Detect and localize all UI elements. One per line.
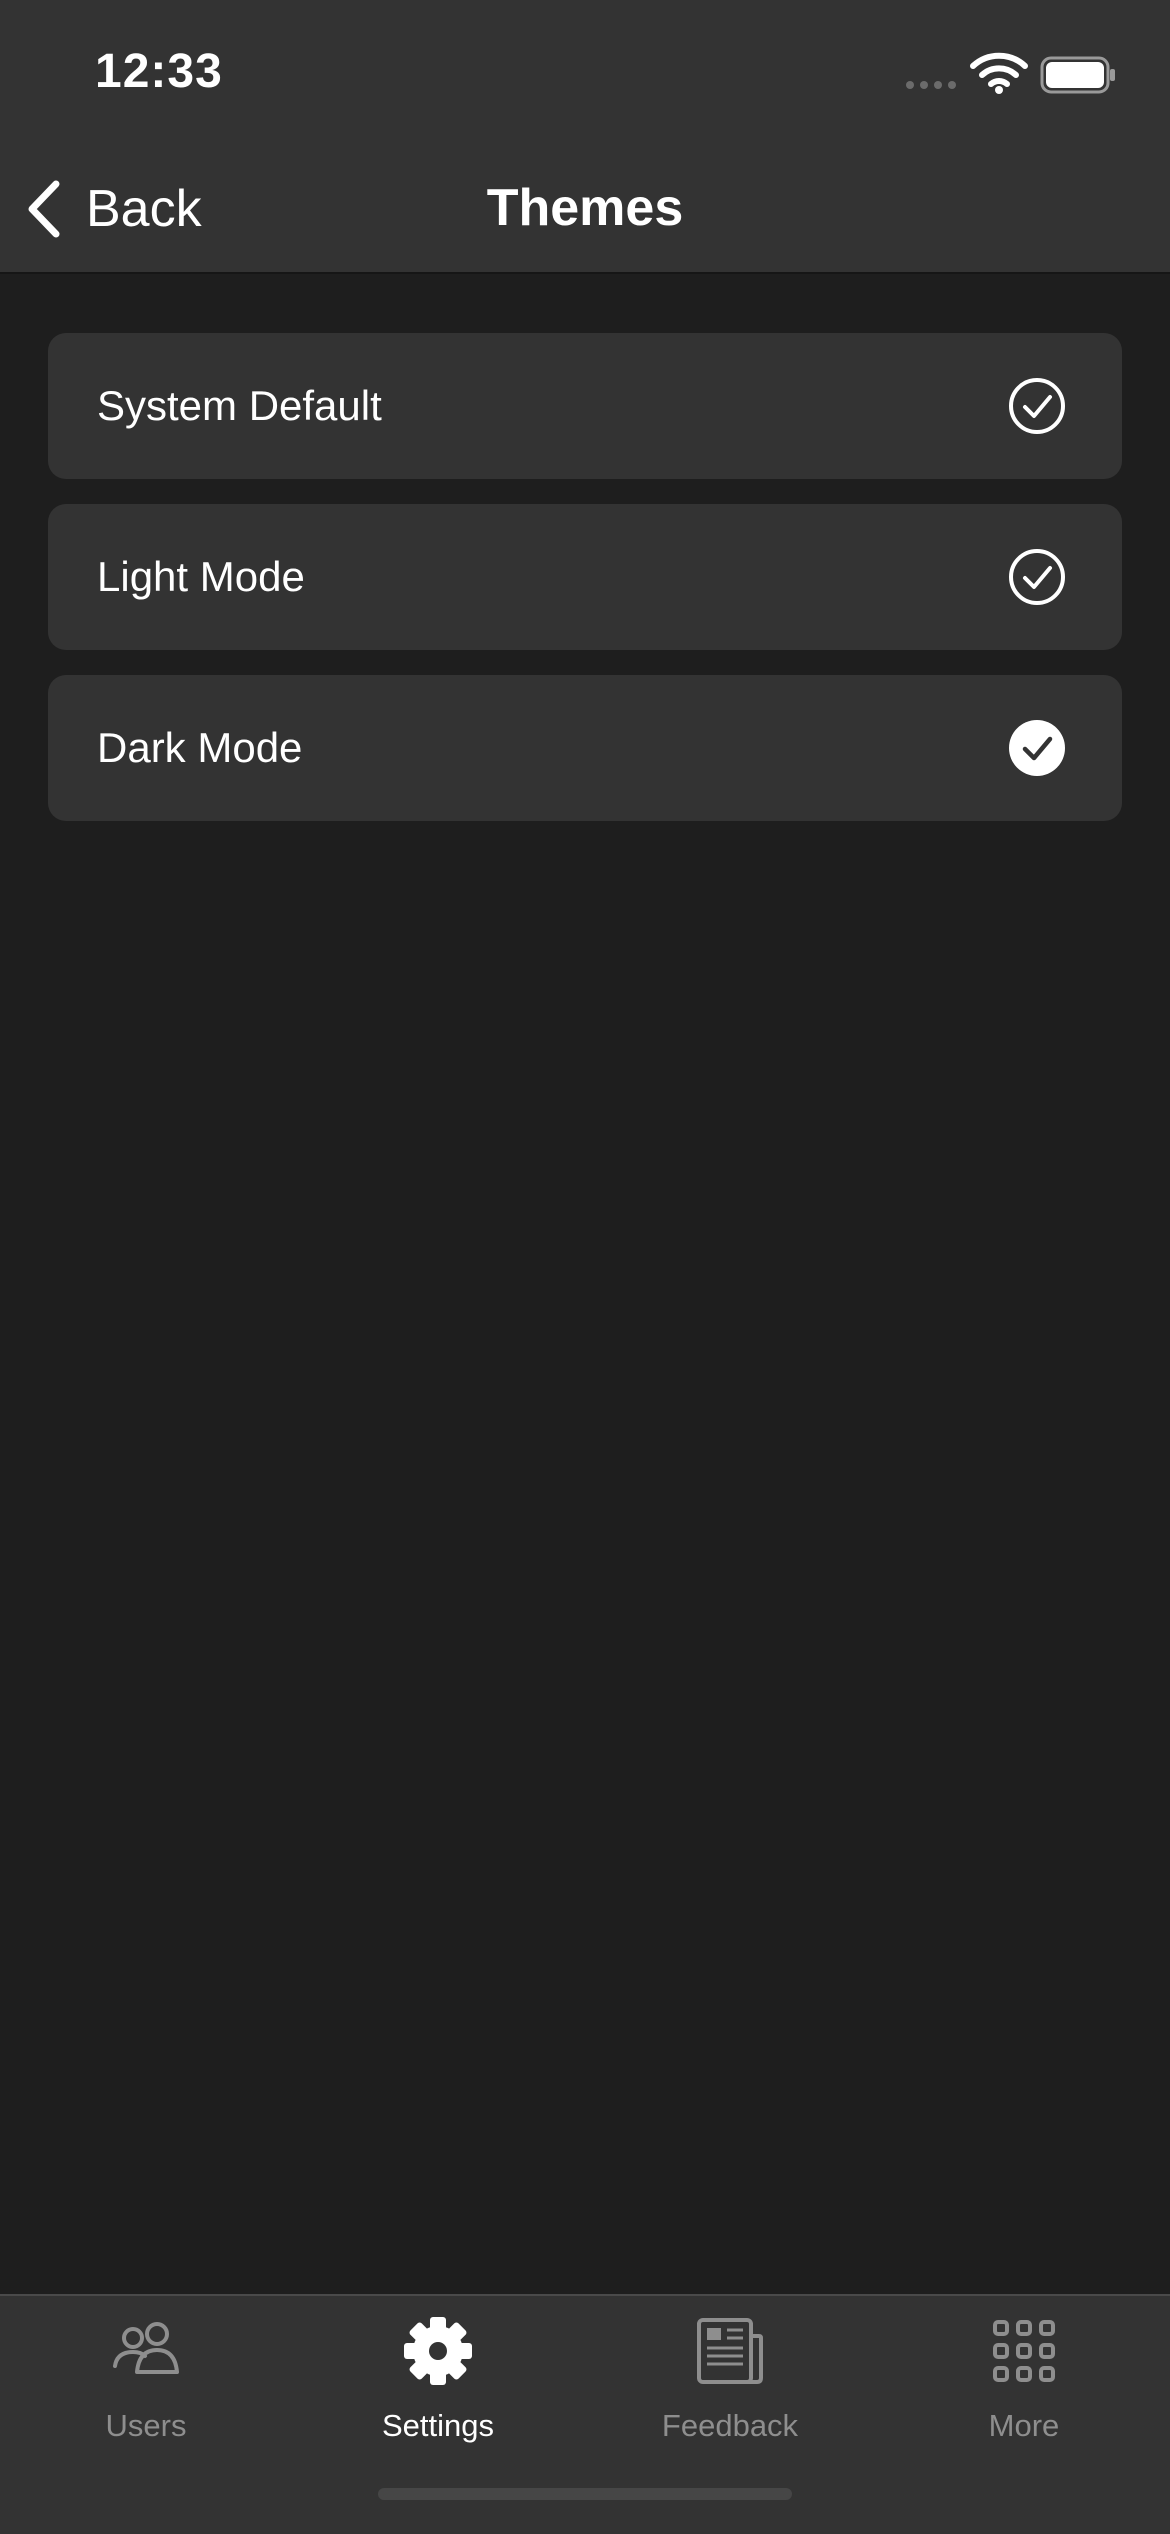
wifi-icon — [970, 52, 1028, 94]
tab-label: Feedback — [661, 2408, 799, 2443]
tab-users[interactable]: Users — [46, 2296, 246, 2476]
tab-label: More — [988, 2408, 1060, 2443]
status-bar: 12:33 — [0, 0, 1170, 150]
battery-icon — [1040, 56, 1115, 94]
users-icon — [113, 2322, 179, 2374]
status-time: 12:33 — [95, 45, 223, 98]
check-circle-outline-icon — [1009, 549, 1065, 605]
newspaper-icon — [697, 2318, 763, 2384]
theme-option-dark-mode[interactable]: Dark Mode — [48, 675, 1122, 821]
page-title: Themes — [486, 179, 684, 237]
tab-label: Users — [105, 2408, 187, 2443]
gear-icon — [404, 2317, 472, 2385]
tab-settings[interactable]: Settings — [338, 2296, 538, 2476]
theme-option-system-default[interactable]: System Default — [48, 333, 1122, 479]
theme-option-label: Light Mode — [97, 553, 305, 600]
check-circle-filled-icon — [1009, 720, 1065, 776]
grid-icon — [993, 2320, 1055, 2382]
cellular-signal-icon — [906, 81, 956, 89]
tab-more[interactable]: More — [924, 2296, 1124, 2476]
theme-option-label: System Default — [97, 382, 382, 429]
theme-option-light-mode[interactable]: Light Mode — [48, 504, 1122, 650]
check-circle-outline-icon — [1009, 378, 1065, 434]
theme-option-label: Dark Mode — [97, 724, 303, 771]
tab-label: Settings — [381, 2408, 494, 2443]
tab-feedback[interactable]: Feedback — [630, 2296, 830, 2476]
navigation-bar: Back Themes — [0, 150, 1170, 274]
theme-list: System Default Light Mode Dark Mode — [48, 333, 1122, 846]
home-indicator — [378, 2488, 792, 2500]
